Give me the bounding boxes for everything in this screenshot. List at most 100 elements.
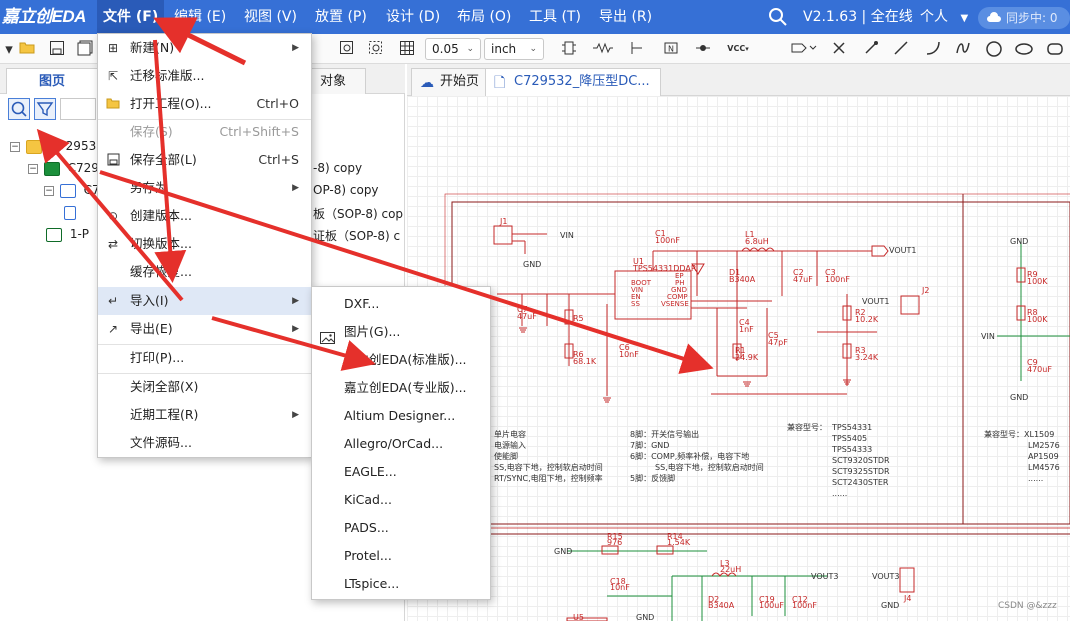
folder-icon[interactable] — [18, 40, 36, 58]
collapse-icon[interactable]: − — [44, 185, 54, 196]
collapse-icon[interactable]: − — [10, 141, 20, 152]
menu-item-save-as[interactable]: 另存为 ▶ — [98, 174, 311, 202]
migrate-icon: ⇱ — [107, 69, 119, 83]
tree-search-input[interactable] — [60, 98, 96, 120]
bus-entry-icon[interactable] — [628, 40, 646, 58]
tab-pages[interactable]: 图页 — [6, 68, 98, 94]
import-image[interactable]: 图片(G)... — [312, 318, 490, 346]
netlabel-icon[interactable]: N — [662, 40, 680, 58]
line-icon[interactable] — [892, 40, 910, 58]
zoom-area-icon[interactable] — [367, 40, 385, 58]
menu-item-switch-version[interactable]: ⇄ 切换版本... — [98, 230, 311, 258]
tree-item-page[interactable] — [64, 202, 80, 222]
zoom-fit-icon[interactable] — [338, 40, 356, 58]
menu-item-migrate[interactable]: ⇱ 迁移标准版... — [98, 62, 311, 90]
junction-icon[interactable] — [694, 40, 712, 58]
value-label: 100nF — [655, 236, 680, 245]
ellipse-icon[interactable] — [1015, 40, 1033, 58]
menu-tools[interactable]: 工具 (T) — [523, 0, 587, 34]
arc-icon[interactable] — [924, 40, 942, 58]
net-label: GND — [523, 260, 542, 269]
tab-start-page[interactable]: ☁ 开始页 — [411, 68, 491, 96]
menu-item-create-version[interactable]: ⊙ 创建版本... — [98, 202, 311, 230]
new-file-icon: ⊞ — [107, 41, 119, 55]
menu-edit[interactable]: 编辑 (E) — [168, 0, 232, 34]
menu-place[interactable]: 放置 (P) — [309, 0, 373, 34]
menu-layout[interactable]: 布局 (O) — [451, 0, 517, 34]
import-allegro-orcad[interactable]: Allegro/OrCad... — [312, 430, 490, 458]
import-protel[interactable]: Protel... — [312, 542, 490, 570]
menu-item-cache-restore[interactable]: 缓存恢复... — [98, 258, 311, 286]
menu-item-export[interactable]: ↗ 导出(E) ▶ — [98, 315, 311, 343]
import-ltspice[interactable]: LTspice... — [312, 570, 490, 598]
list-fragment: 板（SOP-8) cop — [313, 207, 404, 221]
menu-design[interactable]: 设计 (D) — [380, 0, 446, 34]
wire-icon[interactable] — [862, 40, 880, 58]
chevron-right-icon: ▶ — [292, 296, 299, 306]
import-jlceda-pro[interactable]: 嘉立创EDA(专业版)... — [312, 374, 490, 402]
menu-item-open-project[interactable]: 打开工程(O)... Ctrl+O — [98, 90, 311, 118]
resistor-icon[interactable] — [592, 40, 620, 58]
menu-file[interactable]: 文件 (F) — [97, 0, 165, 34]
import-dxf[interactable]: DXF... — [312, 290, 490, 318]
unit-select[interactable]: inch ⌄ — [484, 38, 544, 60]
import-altium[interactable]: Altium Designer... — [312, 402, 490, 430]
menubar: 嘉立创EDA 文件 (F) 编辑 (E) 视图 (V) 放置 (P) 设计 (D… — [0, 0, 1070, 34]
note-line: SS,电容下地，控制软启动时间 — [494, 463, 603, 472]
no-connect-icon[interactable] — [830, 40, 848, 58]
search-icon[interactable] — [768, 0, 788, 34]
user-menu[interactable]: 个人 ▼ — [920, 0, 968, 34]
ref-label: U5 — [573, 613, 584, 621]
component-icon[interactable] — [560, 40, 578, 58]
menu-item-import[interactable]: ↵ 导入(I) ▶ — [98, 287, 311, 315]
menu-item-save[interactable]: 保存(S) Ctrl+Shift+S — [98, 118, 311, 146]
import-jlceda-std[interactable]: 嘉立创EDA(标准版)... — [312, 346, 490, 374]
tab-schematic[interactable]: 🗋 C729532_降压型DC... — [485, 68, 661, 96]
save-all-icon[interactable] — [76, 40, 94, 58]
bezier-icon[interactable] — [954, 40, 972, 58]
grid-size-value: 0.05 — [432, 42, 459, 56]
compat-item: AP1509 — [1028, 452, 1059, 461]
menu-export[interactable]: 导出 (R) — [593, 0, 658, 34]
search-icon[interactable] — [8, 98, 30, 120]
save-icon[interactable] — [48, 40, 66, 58]
circle-icon[interactable] — [985, 40, 1003, 58]
grid-icon[interactable] — [398, 40, 416, 58]
menu-item-recent-projects[interactable]: 近期工程(R) ▶ — [98, 401, 311, 429]
filter-icon[interactable] — [34, 98, 56, 120]
page-icon — [64, 205, 76, 220]
schematic-canvas[interactable]: J1 C1 100nF L1 6.8uH U1 TPS54331DDAR D1 … — [407, 96, 1070, 621]
net-label: GND — [636, 613, 655, 621]
value-label: TPS54331DDAR — [633, 264, 697, 273]
net-label: VIN — [981, 332, 995, 341]
grid-size-select[interactable]: 0.05 ⌄ — [425, 38, 481, 60]
tree-item-schematic[interactable]: − C7295 — [28, 158, 107, 178]
sync-button[interactable]: 同步中: 0 — [978, 7, 1070, 29]
vcc-icon[interactable]: VCC▾ — [724, 40, 752, 58]
value-label: 68.1K — [573, 357, 597, 366]
net-label: GND — [1010, 237, 1029, 246]
port-icon[interactable] — [790, 40, 818, 58]
rounded-rect-icon[interactable] — [1046, 40, 1064, 58]
menu-item-print[interactable]: 打印(P)... — [98, 344, 311, 372]
compat-item: ...... — [832, 489, 848, 498]
menu-item-file-source[interactable]: 文件源码... — [98, 429, 311, 457]
import-pads[interactable]: PADS... — [312, 514, 490, 542]
sheet-icon — [59, 183, 76, 198]
import-kicad[interactable]: KiCad... — [312, 486, 490, 514]
unit-value: inch — [491, 42, 517, 56]
tree-item-project[interactable]: − C729532 — [10, 136, 104, 156]
note-line: SS,电容下地，控制软启动时间 — [655, 463, 764, 472]
import-eagle[interactable]: EAGLE... — [312, 458, 490, 486]
menu-view[interactable]: 视图 (V) — [238, 0, 303, 34]
menu-item-save-all[interactable]: 保存全部(L) Ctrl+S — [98, 146, 311, 174]
chevron-down-icon[interactable]: ▾ — [0, 40, 18, 58]
compat-title: 兼容型号： — [787, 423, 827, 432]
menu-item-close-all[interactable]: 关闭全部(X) — [98, 373, 311, 401]
collapse-icon[interactable]: − — [28, 163, 38, 174]
tab-label: C729532_降压型DC... — [514, 74, 650, 89]
compat-title: 兼容型号： — [984, 430, 1024, 439]
menu-item-new[interactable]: ⊞ 新建(N) ▶ — [98, 34, 311, 62]
tree-item-pcb[interactable]: 1-P — [46, 224, 89, 244]
value-label: 100uF — [759, 601, 784, 610]
